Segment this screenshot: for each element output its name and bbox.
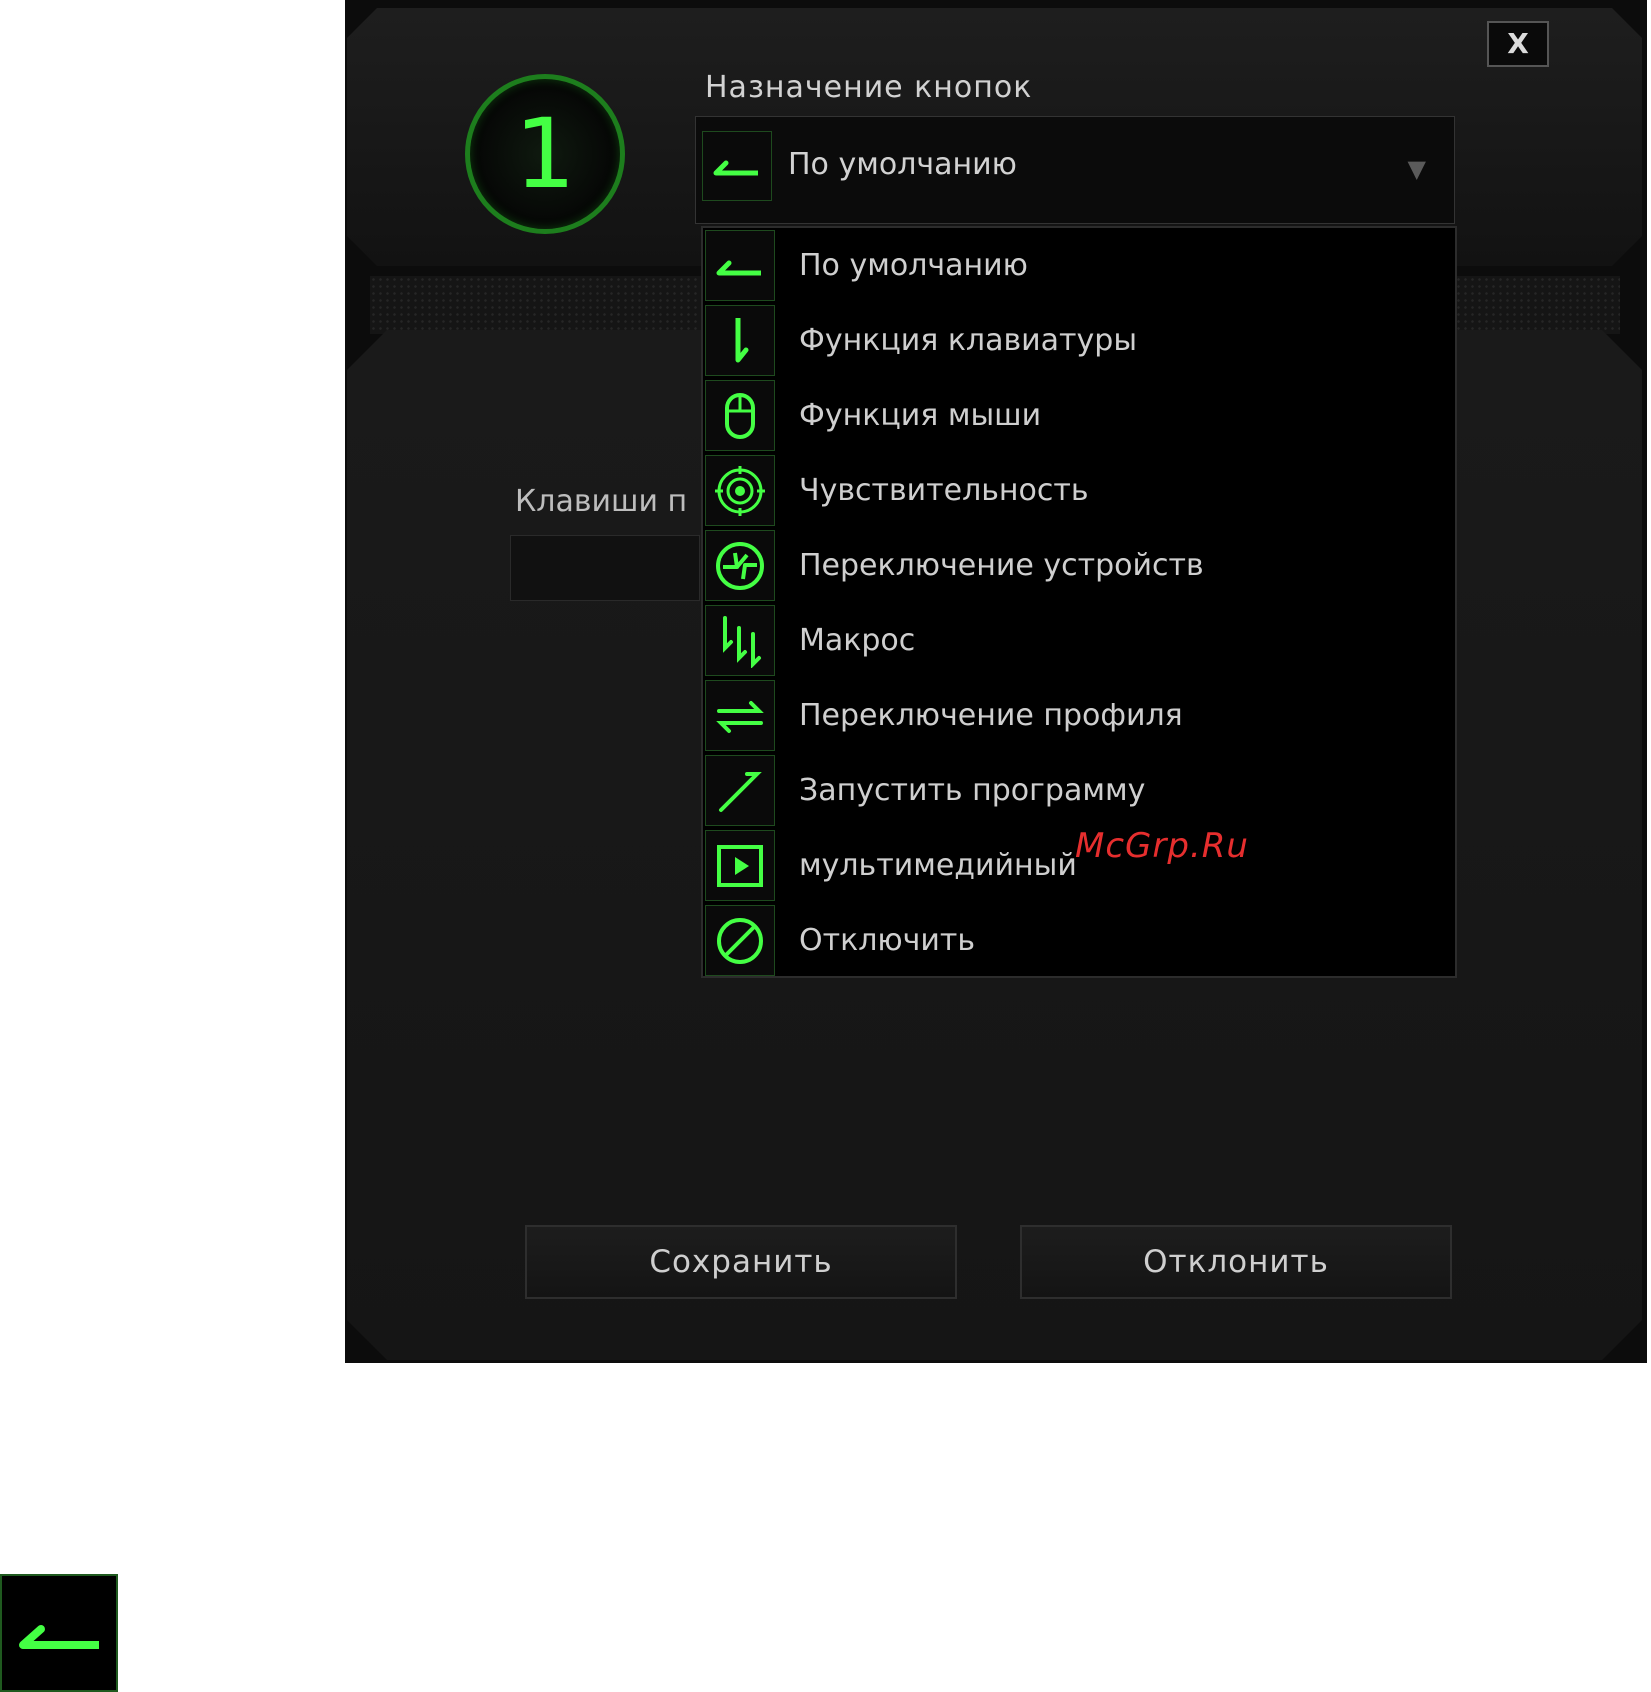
button-number-badge: 1 xyxy=(465,74,625,234)
keys-input[interactable] xyxy=(510,535,700,601)
dropdown-item-label: По умолчанию xyxy=(799,248,1028,283)
dropdown-item-mouse-function[interactable]: Функция мыши xyxy=(703,378,1455,453)
chevron-down-icon: ▼ xyxy=(1407,155,1426,183)
dropdown-item-launch-program[interactable]: Запустить программу xyxy=(703,753,1455,828)
dropdown-item-sensitivity[interactable]: Чувствительность xyxy=(703,453,1455,528)
keys-label: Клавиши п xyxy=(515,484,688,519)
dropdown-item-profile-switch[interactable]: Переключение профиля xyxy=(703,678,1455,753)
dropdown-item-keyboard-function[interactable]: Функция клавиатуры xyxy=(703,303,1455,378)
watermark: McGrp.Ru xyxy=(1075,826,1249,866)
sensitivity-target-icon xyxy=(705,455,775,526)
close-button[interactable]: X xyxy=(1487,21,1549,67)
macro-icon xyxy=(705,605,775,676)
cancel-button[interactable]: Отклонить xyxy=(1020,1225,1452,1299)
dropdown-item-device-switch[interactable]: Переключение устройств xyxy=(703,528,1455,603)
keyboard-function-icon xyxy=(705,305,775,376)
save-button[interactable]: Сохранить xyxy=(525,1225,957,1299)
default-arrow-icon xyxy=(705,230,775,301)
dropdown-item-label: Макрос xyxy=(799,623,916,658)
launch-program-icon xyxy=(705,755,775,826)
dropdown-item-macro[interactable]: Макрос xyxy=(703,603,1455,678)
dropdown-item-label: Функция клавиатуры xyxy=(799,323,1138,358)
button-assignment-dialog: X 1 Назначение кнопок По умолчанию ▼ Кла… xyxy=(345,0,1647,1363)
multimedia-icon xyxy=(705,830,775,901)
profile-switch-icon xyxy=(705,680,775,751)
dropdown-item-label: Запустить программу xyxy=(799,773,1146,808)
dropdown-item-label: Переключение профиля xyxy=(799,698,1183,733)
section-title: Назначение кнопок xyxy=(705,70,1033,105)
dropdown-item-label: Функция мыши xyxy=(799,398,1042,433)
dropdown-item-disable[interactable]: Отключить xyxy=(703,903,1455,978)
assignment-select[interactable]: По умолчанию ▼ xyxy=(695,116,1455,224)
device-switch-icon xyxy=(705,530,775,601)
default-arrow-icon xyxy=(702,131,772,201)
mouse-icon xyxy=(705,380,775,451)
disable-icon xyxy=(705,905,775,976)
dropdown-item-label: Чувствительность xyxy=(799,473,1089,508)
dropdown-item-label: Отключить xyxy=(799,923,976,958)
default-arrow-icon xyxy=(0,1574,118,1692)
dropdown-item-default[interactable]: По умолчанию xyxy=(703,228,1455,303)
dropdown-item-label: мультимедийный xyxy=(799,848,1077,883)
selected-value: По умолчанию xyxy=(788,147,1017,182)
dropdown-item-label: Переключение устройств xyxy=(799,548,1204,583)
